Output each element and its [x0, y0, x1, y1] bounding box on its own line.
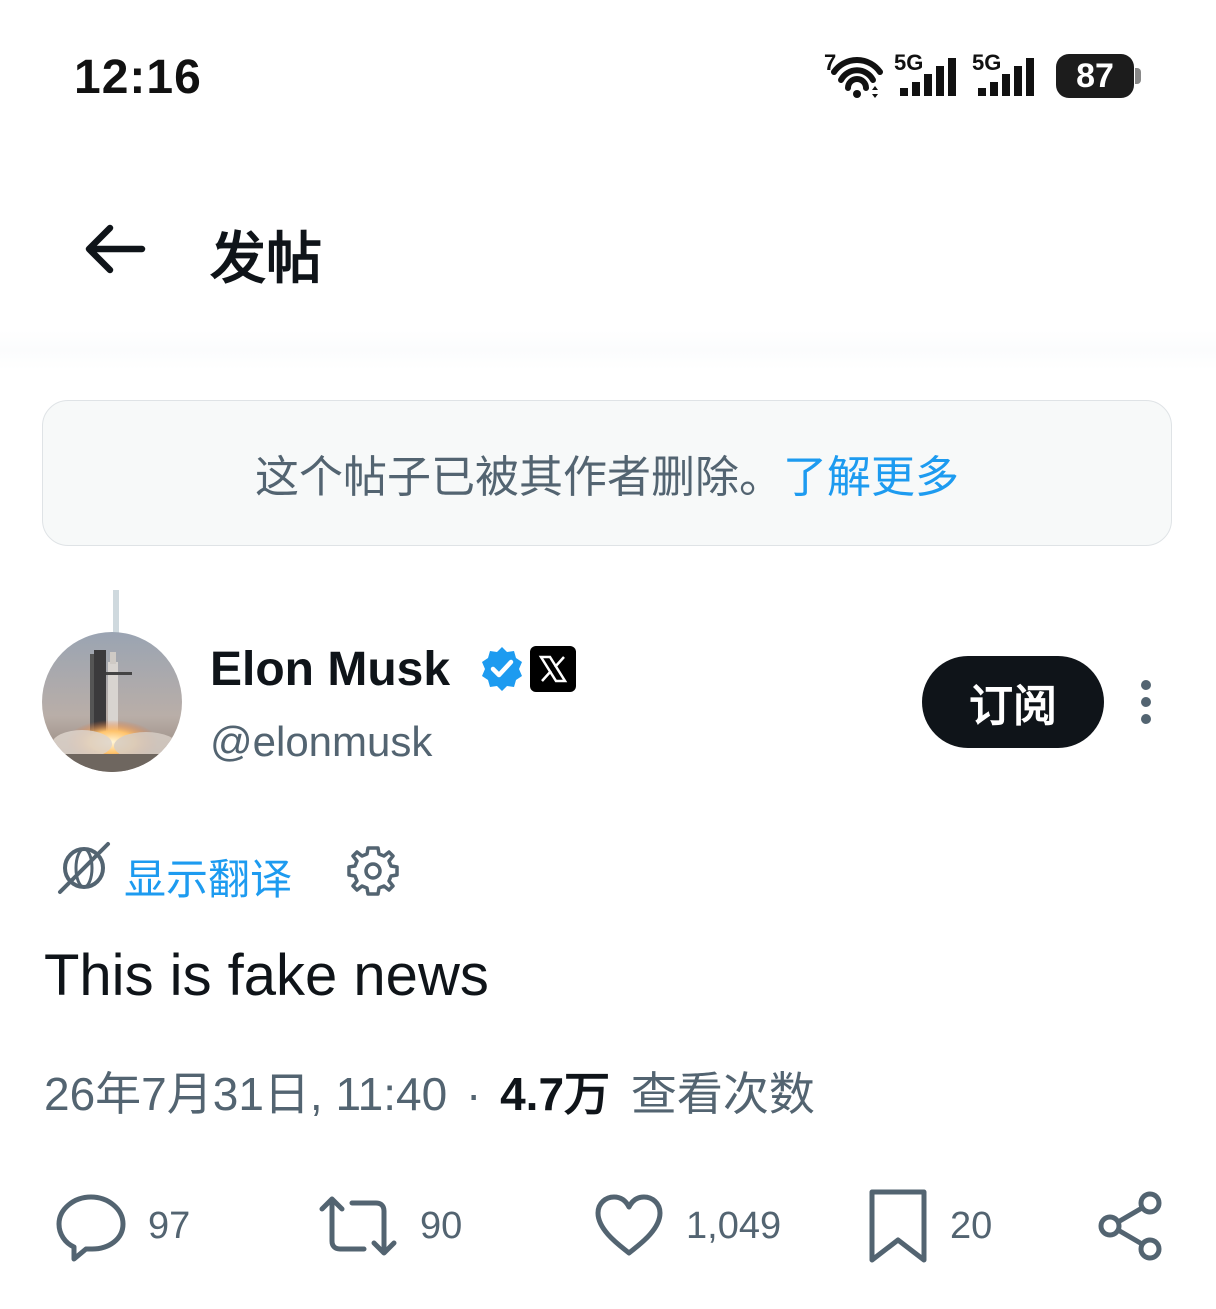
back-arrow-icon[interactable] — [80, 214, 150, 284]
verified-badge-icon — [478, 645, 526, 693]
like-button[interactable]: 1,049 — [592, 1186, 781, 1266]
reply-button[interactable]: 97 — [54, 1186, 190, 1266]
signal-sim2-icon: 5G — [972, 50, 1042, 100]
post-timestamp[interactable]: 26年7月31日, 11:40 — [44, 1068, 447, 1120]
header-divider — [0, 330, 1216, 370]
subscribe-button[interactable]: 订阅 — [922, 656, 1104, 748]
post-meta: 26年7月31日, 11:40 · 4.7万 查看次数 — [44, 1058, 815, 1124]
reply-icon — [56, 1194, 126, 1262]
thread-line — [113, 590, 119, 634]
page-title: 发帖 — [210, 227, 322, 290]
signal-sim1-icon: 5G — [894, 50, 964, 100]
views-label: 查看次数 — [630, 1068, 815, 1120]
avatar[interactable] — [42, 632, 182, 772]
repost-icon — [319, 1196, 397, 1256]
repost-count: 90 — [420, 1204, 463, 1247]
show-translation-link[interactable]: 显示翻译 — [124, 846, 292, 907]
battery-icon: 87 — [1056, 54, 1134, 98]
share-button[interactable] — [1094, 1186, 1168, 1266]
x-logo-icon — [530, 646, 576, 692]
wifi-icon: 7 — [822, 50, 884, 100]
battery-tip — [1135, 68, 1141, 84]
deleted-notice-text: 这个帖子已被其作者删除。 — [255, 453, 783, 502]
gear-icon[interactable] — [346, 844, 400, 898]
learn-more-link[interactable]: 了解更多 — [783, 441, 959, 505]
translate-globe-icon — [54, 838, 114, 898]
meta-separator: · — [465, 1068, 482, 1120]
deleted-post-notice: 这个帖子已被其作者删除。 了解更多 — [42, 400, 1172, 546]
post-text: This is fake news — [44, 943, 489, 1008]
bookmark-icon — [869, 1189, 927, 1263]
reply-count: 97 — [148, 1204, 191, 1247]
author-handle[interactable]: @elonmusk — [210, 718, 432, 766]
author-name[interactable]: Elon Musk — [210, 642, 450, 697]
more-options-icon[interactable] — [1126, 676, 1166, 728]
like-count: 1,049 — [686, 1204, 782, 1247]
heart-icon — [595, 1194, 663, 1256]
status-time: 12:16 — [74, 51, 202, 104]
repost-button[interactable]: 90 — [316, 1186, 462, 1266]
bookmark-count: 20 — [950, 1204, 993, 1247]
views-count: 4.7万 — [500, 1068, 611, 1120]
bookmark-button[interactable]: 20 — [866, 1186, 992, 1266]
share-icon — [1098, 1191, 1162, 1261]
